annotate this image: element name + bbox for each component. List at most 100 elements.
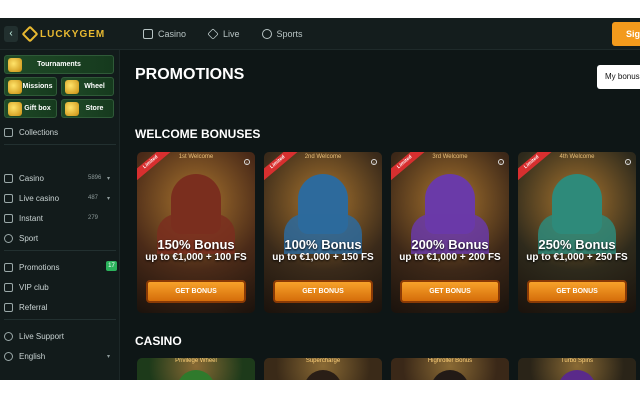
ball-icon <box>261 29 272 39</box>
character-head <box>177 370 215 380</box>
crown-icon <box>4 282 13 292</box>
get-bonus-button[interactable]: GET BONUS <box>146 280 246 303</box>
app-window: ‹ LUCKYGEM Casino Live Sports Sig Tourna… <box>0 18 640 380</box>
my-bonus-button[interactable]: My bonus <box>597 65 640 89</box>
bonus-title: 100% Bonus <box>284 237 362 252</box>
language-selector[interactable]: English ▾ <box>4 349 116 363</box>
sidebar-item-sport[interactable]: Sport <box>4 231 116 245</box>
tile-label: Missions <box>22 83 53 90</box>
missions-icon <box>8 80 22 94</box>
nav-label: Casino <box>158 29 187 39</box>
bonus-title: 250% Bonus <box>538 237 616 252</box>
sidebar-item-live-support[interactable]: Live Support <box>4 329 116 343</box>
welcome-bonus-card[interactable]: Limited 2nd Welcome i 100% Bonus up to €… <box>264 152 382 313</box>
welcome-bonus-card[interactable]: Limited 4th Welcome i 250% Bonus up to €… <box>518 152 636 313</box>
character-head <box>304 370 342 380</box>
bonus-title: 200% Bonus <box>411 237 489 252</box>
welcome-bonus-card[interactable]: Limited 3rd Welcome i 200% Bonus up to €… <box>391 152 509 313</box>
support-icon <box>4 331 13 341</box>
sidebar-item-collections[interactable]: Collections <box>4 125 116 139</box>
casino-promo-label: Privilege Wheel <box>175 358 217 364</box>
info-icon[interactable]: i <box>244 159 250 165</box>
bonus-subtitle: up to €1,000 + 200 FS <box>399 252 501 263</box>
divider <box>4 144 116 145</box>
bonus-subtitle: up to €1,000 + 150 FS <box>272 252 374 263</box>
casino-promo-label: Turbo Spins <box>560 358 594 364</box>
tile-label: Wheel <box>84 83 105 90</box>
welcome-bonus-card[interactable]: Limited 1st Welcome i 150% Bonus up to €… <box>137 152 255 313</box>
tile-gift-box[interactable]: Gift box <box>4 99 57 118</box>
get-bonus-button[interactable]: GET BONUS <box>400 280 500 303</box>
info-icon[interactable]: i <box>498 159 504 165</box>
logo[interactable]: LUCKYGEM <box>21 25 106 43</box>
nav-label: Sports <box>276 29 303 39</box>
card-kicker: 3rd Welcome <box>432 154 468 160</box>
sidebar-item-promotions[interactable]: Promotions 17 <box>4 260 117 274</box>
sidebar-item-label: Live Support <box>19 331 64 341</box>
sidebar-item-instant[interactable]: Instant 279 <box>4 211 116 225</box>
casino-icon <box>143 29 153 39</box>
sidebar-item-live-casino[interactable]: Live casino 487 ▾ <box>4 191 116 205</box>
sidebar-item-label: Sport <box>19 233 39 243</box>
divider <box>4 250 116 251</box>
sidebar-item-label: Promotions <box>19 262 60 272</box>
info-icon[interactable]: i <box>371 159 377 165</box>
sidebar-item-vip-club[interactable]: VIP club <box>4 280 116 294</box>
main-content: PROMOTIONS My bonus WELCOME BONUSES Limi… <box>120 50 640 380</box>
character-head <box>558 370 596 380</box>
cards-icon <box>4 127 13 137</box>
signup-button[interactable]: Sig <box>612 22 640 46</box>
nav-label: Live <box>223 29 240 39</box>
tile-tournaments[interactable]: Tournaments <box>4 55 114 74</box>
live-icon <box>4 193 13 203</box>
sidebar-item-label: Instant <box>19 213 44 223</box>
chevron-left-icon[interactable]: ‹ <box>4 26 18 42</box>
welcome-bonuses-heading: WELCOME BONUSES <box>135 127 261 141</box>
tile-store[interactable]: Store <box>61 99 114 118</box>
gift-icon <box>4 262 13 272</box>
ball-icon <box>4 233 13 243</box>
chevron-down-icon[interactable]: ▾ <box>107 353 110 360</box>
tile-missions[interactable]: Missions <box>4 77 57 96</box>
bonus-subtitle: up to €1,000 + 100 FS <box>145 252 247 263</box>
top-nav: Casino Live Sports <box>143 18 303 50</box>
info-icon[interactable]: i <box>625 159 631 165</box>
tile-label: Store <box>85 105 104 112</box>
get-bonus-button[interactable]: GET BONUS <box>527 280 627 303</box>
nav-sports[interactable]: Sports <box>261 29 303 39</box>
sidebar-item-casino[interactable]: Casino 5896 ▾ <box>4 171 116 185</box>
chevron-down-icon[interactable]: ▾ <box>107 195 110 202</box>
tile-label: Gift box <box>24 105 51 112</box>
casino-promo-label: Supercharge <box>305 358 341 364</box>
tile-label: Tournaments <box>37 61 81 68</box>
gift-box-icon <box>8 102 22 116</box>
chevron-down-icon[interactable]: ▾ <box>107 175 110 182</box>
brand-name: LUCKYGEM <box>40 28 106 40</box>
divider <box>4 319 116 320</box>
casino-promo-card[interactable]: Privilege Wheel <box>137 358 255 380</box>
language-label: English <box>19 351 46 361</box>
casino-promo-label: Highroller Bonus <box>427 358 473 364</box>
bonus-subtitle: up to €1,000 + 250 FS <box>526 252 628 263</box>
referral-icon <box>4 302 13 312</box>
casino-promo-card[interactable]: Turbo Spins <box>518 358 636 380</box>
nav-live[interactable]: Live <box>207 28 240 40</box>
get-bonus-button[interactable]: GET BONUS <box>273 280 373 303</box>
casino-promo-card[interactable]: Supercharge <box>264 358 382 380</box>
tile-wheel[interactable]: Wheel <box>61 77 114 96</box>
sidebar: Tournaments Missions Wheel Gift box Stor… <box>0 50 120 380</box>
game-count: 5896 <box>88 175 102 181</box>
sidebar-item-label: Collections <box>19 127 59 137</box>
casino-heading: CASINO <box>135 334 182 348</box>
sidebar-item-label: Casino <box>19 173 44 183</box>
sidebar-item-referral[interactable]: Referral <box>4 300 116 314</box>
sidebar-item-label: Live casino <box>19 193 60 203</box>
store-icon <box>65 102 79 116</box>
gem-logo-icon <box>21 25 39 43</box>
nav-casino[interactable]: Casino <box>143 29 186 39</box>
top-bar: ‹ LUCKYGEM Casino Live Sports Sig <box>0 18 640 50</box>
sidebar-item-label: Referral <box>19 302 48 312</box>
casino-promo-card[interactable]: Highroller Bonus <box>391 358 509 380</box>
card-kicker: 2nd Welcome <box>304 154 342 160</box>
bolt-icon <box>4 213 13 223</box>
